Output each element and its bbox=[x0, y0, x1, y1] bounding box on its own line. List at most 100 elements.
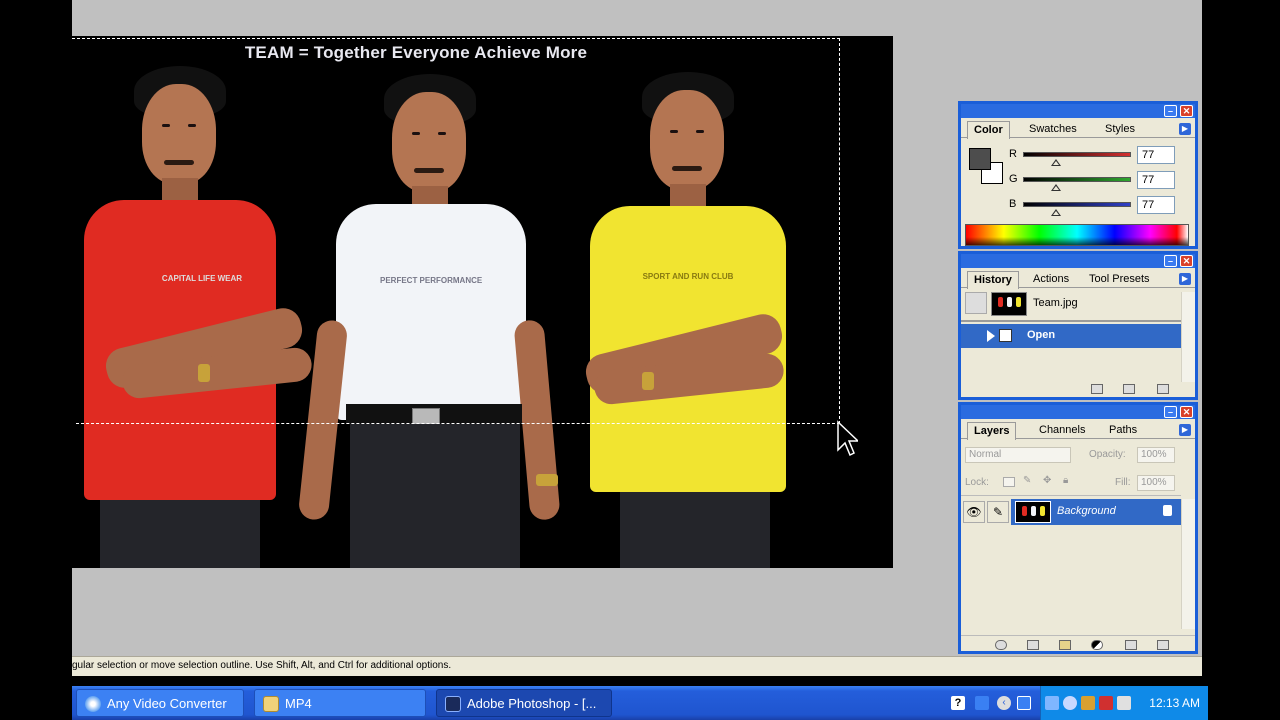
folder-icon bbox=[263, 696, 279, 712]
screen-edge bbox=[1202, 0, 1280, 686]
tab-tool-presets[interactable]: Tool Presets bbox=[1083, 271, 1156, 288]
status-text: gular selection or move selection outlin… bbox=[72, 660, 452, 671]
palette-menu-arrow-icon[interactable]: ▶ bbox=[1179, 424, 1191, 436]
fill-input[interactable]: 100% bbox=[1137, 475, 1175, 491]
pants bbox=[350, 424, 520, 568]
tab-channels[interactable]: Channels bbox=[1033, 422, 1091, 439]
taskbar-button-photoshop[interactable]: Adobe Photoshop - [... bbox=[436, 689, 612, 717]
pants bbox=[620, 492, 770, 568]
person-yellow-shirt: SPORT AND RUN CLUB bbox=[580, 72, 820, 568]
new-group-folder-icon[interactable] bbox=[1059, 640, 1071, 650]
minimize-button[interactable]: – bbox=[1164, 406, 1177, 418]
minimize-button[interactable]: – bbox=[1164, 105, 1177, 117]
input-b[interactable]: 77 bbox=[1137, 196, 1175, 214]
pants bbox=[100, 500, 260, 568]
slider-g-thumb[interactable] bbox=[1051, 184, 1061, 191]
layer-mask-icon[interactable] bbox=[1027, 640, 1039, 650]
close-button[interactable]: ✕ bbox=[1180, 255, 1193, 267]
show-hidden-icons-chevron-icon[interactable]: ‹ bbox=[997, 696, 1011, 710]
screen-edge bbox=[1208, 686, 1280, 720]
lock-transparency-icon[interactable] bbox=[1003, 477, 1015, 487]
system-tray: ? ‹ 12:13 AM bbox=[951, 686, 1208, 720]
tab-styles[interactable]: Styles bbox=[1099, 121, 1141, 138]
slider-g[interactable] bbox=[1023, 177, 1131, 182]
adjustment-layer-icon[interactable] bbox=[1091, 640, 1103, 650]
taskbar-button-any-video-converter[interactable]: Any Video Converter bbox=[76, 689, 244, 717]
layer-link-brush-icon[interactable]: ✎ bbox=[987, 501, 1009, 523]
history-state-label: Open bbox=[1027, 329, 1056, 341]
layer-style-icon[interactable] bbox=[995, 640, 1007, 650]
lock-move-icon[interactable]: ✥ bbox=[1043, 475, 1051, 486]
language-bar-icon[interactable] bbox=[975, 696, 989, 710]
shirt-print: CAPITAL LIFE WEAR bbox=[161, 274, 243, 283]
palette-tabs: Layers Channels Paths ▶ bbox=[961, 421, 1195, 440]
speaker-volume-icon[interactable] bbox=[1117, 696, 1131, 710]
close-button[interactable]: ✕ bbox=[1180, 105, 1193, 117]
tab-layers[interactable]: Layers bbox=[967, 422, 1017, 440]
face bbox=[650, 90, 724, 190]
any-video-converter-icon bbox=[85, 696, 101, 712]
network-icon[interactable] bbox=[1045, 696, 1059, 710]
slider-r[interactable] bbox=[1023, 152, 1131, 157]
fill-label: Fill: bbox=[1115, 477, 1131, 488]
slider-r-thumb[interactable] bbox=[1051, 159, 1061, 166]
lock-all-icon[interactable]: 🔒︎ bbox=[1063, 475, 1068, 486]
media-player-icon[interactable] bbox=[1099, 696, 1113, 710]
input-r[interactable]: 77 bbox=[1137, 146, 1175, 164]
blend-mode-select[interactable]: Normal bbox=[965, 447, 1071, 463]
security-shield-icon[interactable] bbox=[1081, 696, 1095, 710]
palette-menu-arrow-icon[interactable]: ▶ bbox=[1179, 273, 1191, 285]
layer-visibility-eye-icon[interactable]: 👁︎ bbox=[963, 501, 985, 523]
layer-name[interactable]: Background bbox=[1057, 505, 1116, 517]
taskbar-clock[interactable]: 12:13 AM bbox=[1149, 696, 1200, 710]
layer-row-background[interactable]: 👁︎ ✎ Background bbox=[961, 499, 1181, 525]
foreground-color-swatch[interactable] bbox=[969, 148, 991, 170]
new-snapshot-icon[interactable] bbox=[1123, 384, 1135, 394]
notification-bell-icon[interactable] bbox=[1063, 696, 1077, 710]
taskbar-button-label: Any Video Converter bbox=[107, 696, 227, 711]
input-g[interactable]: 77 bbox=[1137, 171, 1175, 189]
trash-icon[interactable] bbox=[1157, 384, 1169, 394]
close-button[interactable]: ✕ bbox=[1180, 406, 1193, 418]
help-icon[interactable]: ? bbox=[951, 696, 965, 710]
history-snapshot[interactable]: Team.jpg bbox=[961, 292, 1181, 316]
document-canvas[interactable]: TEAM = Together Everyone Achieve More CA… bbox=[72, 36, 893, 568]
history-brush-source-icon[interactable] bbox=[965, 292, 987, 314]
palette-titlebar[interactable] bbox=[961, 254, 1195, 268]
layer-lock-icon bbox=[1163, 505, 1172, 516]
lock-brush-icon[interactable]: ✎ bbox=[1023, 475, 1031, 486]
layers-footer bbox=[961, 635, 1195, 654]
tab-history[interactable]: History bbox=[967, 271, 1019, 289]
delete-layer-trash-icon[interactable] bbox=[1157, 640, 1169, 650]
taskbar-button-label: MP4 bbox=[285, 696, 312, 711]
opacity-input[interactable]: 100% bbox=[1137, 447, 1175, 463]
tab-color[interactable]: Color bbox=[967, 121, 1010, 139]
shirt-print: PERFECT PERFORMANCE bbox=[380, 276, 483, 285]
channel-label-b: B bbox=[1009, 198, 1017, 210]
palette-titlebar[interactable] bbox=[961, 104, 1195, 118]
tab-actions[interactable]: Actions bbox=[1027, 271, 1075, 288]
tab-paths[interactable]: Paths bbox=[1103, 422, 1143, 439]
history-scrollbar[interactable] bbox=[1181, 292, 1195, 382]
snapshot-label: Team.jpg bbox=[1033, 297, 1078, 309]
history-state-open[interactable]: Open bbox=[961, 324, 1181, 348]
shirt-print: SPORT AND RUN CLUB bbox=[642, 272, 734, 281]
windows-taskbar: Any Video Converter MP4 Adobe Photoshop … bbox=[72, 686, 1208, 720]
layers-scrollbar[interactable] bbox=[1181, 499, 1195, 629]
new-layer-icon[interactable] bbox=[1125, 640, 1137, 650]
tab-swatches[interactable]: Swatches bbox=[1023, 121, 1083, 138]
lock-label: Lock: bbox=[965, 477, 989, 488]
minimize-button[interactable]: – bbox=[1164, 255, 1177, 267]
taskbar-button-mp4[interactable]: MP4 bbox=[254, 689, 426, 717]
color-spectrum-bar[interactable] bbox=[965, 224, 1189, 246]
palette-menu-arrow-icon[interactable]: ▶ bbox=[1179, 123, 1191, 135]
mustache bbox=[164, 160, 194, 165]
tray-app-icon[interactable] bbox=[1017, 696, 1031, 710]
palette-titlebar[interactable] bbox=[961, 405, 1195, 419]
eye bbox=[696, 130, 704, 133]
slider-b[interactable] bbox=[1023, 202, 1131, 207]
history-palette: – ✕ History Actions Tool Presets ▶ Team.… bbox=[958, 251, 1198, 400]
slider-b-thumb[interactable] bbox=[1051, 209, 1061, 216]
eye bbox=[438, 132, 446, 135]
new-document-from-state-icon[interactable] bbox=[1091, 384, 1103, 394]
